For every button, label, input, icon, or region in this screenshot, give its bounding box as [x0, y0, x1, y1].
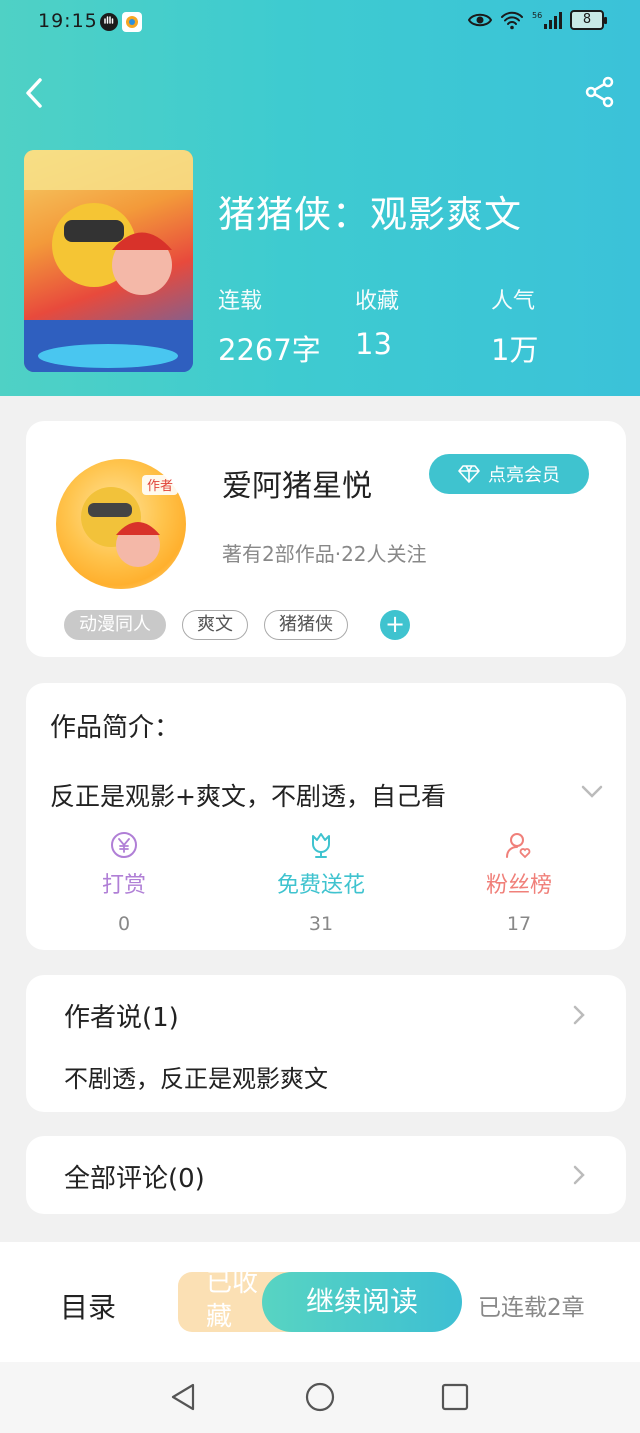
author-avatar[interactable]: 作者: [56, 459, 186, 589]
intro-card: 作品简介： 反正是观影+爽文，不剧透，自己看 打赏 0 免费送花 31 粉丝榜 …: [26, 683, 626, 950]
author-card[interactable]: 作者 爱阿猪星悦 点亮会员 著有2部作品·22人关注 动漫同人 爽文 猪猪侠 +: [26, 421, 626, 657]
intro-text: 反正是观影+爽文，不剧透，自己看: [50, 782, 446, 811]
fan-ranking-count: 17: [506, 913, 532, 935]
status-time: 19:15: [38, 10, 98, 32]
avatar-badge: 作者: [147, 479, 173, 494]
book-cover-image[interactable]: [24, 150, 193, 372]
stat-favorites: 收藏 13: [355, 283, 399, 361]
back-arrow-icon[interactable]: [22, 76, 52, 110]
battery-level: 8: [582, 12, 592, 27]
diamond-icon: [458, 465, 480, 483]
app-notification-icon: [122, 12, 142, 32]
chevron-down-icon[interactable]: [580, 783, 604, 799]
nav-home-icon[interactable]: [305, 1382, 335, 1412]
avatar-art: 作者: [81, 475, 178, 567]
vip-button-label: 点亮会员: [488, 465, 560, 486]
stat-serial: 连载 2267字: [218, 283, 321, 369]
tag-item[interactable]: 爽文: [182, 610, 248, 640]
table-of-contents-button[interactable]: 目录: [60, 1286, 116, 1326]
chevron-right-icon: [573, 1165, 585, 1185]
stat-label: 收藏: [355, 289, 400, 314]
signal-label: 56: [532, 11, 542, 20]
reward-button[interactable]: 打赏 0: [49, 831, 199, 935]
status-bar: 19:15 56 8: [0, 0, 640, 44]
author-name[interactable]: 爱阿猪星悦: [222, 461, 372, 505]
author-say-heading: 作者说(1): [64, 1003, 179, 1033]
fan-icon: [506, 833, 531, 859]
tag-item[interactable]: 动漫同人: [64, 610, 166, 640]
bottom-action-bar: 目录 已收藏 继续阅读 已连载2章: [0, 1242, 640, 1362]
author-say-card[interactable]: 作者说(1) 不剧透，反正是观影爽文: [26, 975, 626, 1112]
wifi-icon: [501, 11, 523, 30]
favorited-label: 已收藏: [206, 1272, 259, 1332]
tag-item[interactable]: 猪猪侠: [264, 610, 348, 640]
fan-ranking-button[interactable]: 粉丝榜 17: [444, 831, 594, 935]
chevron-right-icon: [573, 1005, 585, 1025]
eye-icon: [468, 13, 492, 27]
author-meta: 著有2部作品·22人关注: [222, 542, 427, 566]
vip-button[interactable]: 点亮会员: [429, 454, 589, 494]
nav-recent-apps-icon[interactable]: [440, 1382, 470, 1412]
book-title: 猪猪侠：观影爽文: [218, 193, 522, 236]
system-navigation-bar: [0, 1362, 640, 1433]
send-flower-button[interactable]: 免费送花 31: [246, 831, 396, 935]
stat-label: 人气: [491, 289, 536, 314]
yuan-icon: [111, 832, 137, 858]
stat-popularity: 人气 1万: [491, 283, 538, 369]
share-icon[interactable]: [584, 76, 616, 108]
continue-reading-button[interactable]: 继续阅读: [262, 1272, 462, 1332]
comments-heading: 全部评论(0): [64, 1164, 205, 1194]
battery-icon: 8: [570, 10, 607, 30]
add-tag-icon[interactable]: +: [380, 610, 410, 640]
reward-count: 0: [117, 913, 131, 935]
fan-ranking-label: 粉丝榜: [485, 873, 552, 898]
stat-label: 连载: [218, 289, 263, 314]
hand-icon: [100, 13, 118, 31]
tag-list: 动漫同人 爽文 猪猪侠 +: [64, 610, 410, 640]
nav-back-icon[interactable]: [168, 1382, 198, 1412]
send-flower-label: 免费送花: [276, 873, 365, 898]
intro-heading: 作品简介：: [50, 713, 181, 743]
stat-value: 13: [355, 327, 392, 361]
author-say-text: 不剧透，反正是观影爽文: [64, 1065, 328, 1093]
flower-icon: [312, 833, 330, 858]
reward-label: 打赏: [101, 873, 146, 898]
signal-icon: 56: [532, 11, 562, 29]
send-flower-count: 31: [308, 913, 334, 935]
cover-art: [24, 150, 193, 372]
comments-card[interactable]: 全部评论(0): [26, 1136, 626, 1214]
serial-status: 已连载2章: [478, 1295, 585, 1321]
stat-value: 2267字: [218, 333, 321, 367]
stat-value: 1万: [491, 333, 539, 367]
